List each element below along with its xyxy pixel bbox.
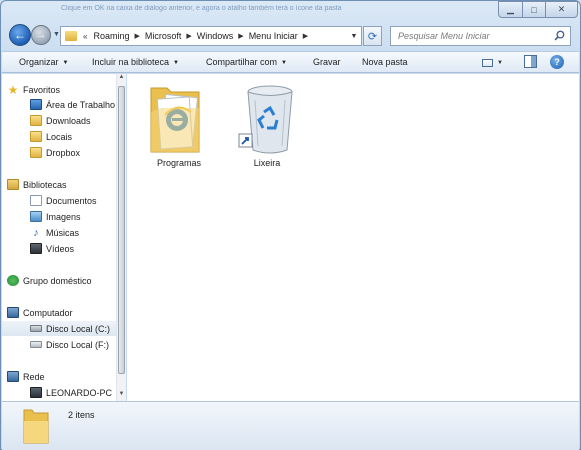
sidebar-item-downloads[interactable]: Downloads xyxy=(2,113,116,128)
folder-icon xyxy=(65,31,77,41)
desktop-icon xyxy=(30,99,42,110)
file-item-lixeira[interactable]: Lixeira xyxy=(227,78,307,168)
title-overlay-text: Clique em OK na caixa de diálogo anterio… xyxy=(61,5,342,12)
sidebar-item-images[interactable]: Imagens xyxy=(2,209,116,224)
navigation-pane: ★ Favoritos Área de Trabalho Downloads L… xyxy=(2,74,116,401)
help-button[interactable]: ? xyxy=(550,55,564,69)
chevron-right-icon[interactable]: ▶ xyxy=(186,32,191,40)
breadcrumb-roaming[interactable]: Roaming ▶ xyxy=(93,31,144,41)
chevron-down-icon: ▼ xyxy=(173,60,179,66)
search-icon[interactable] xyxy=(554,30,565,41)
sidebar-item-documents[interactable]: Documentos xyxy=(2,193,116,208)
back-arrow-icon: ← xyxy=(14,28,26,42)
dropbox-folder-icon xyxy=(30,147,42,158)
new-folder-button[interactable]: Nova pasta xyxy=(362,57,408,67)
maximize-button[interactable]: □ xyxy=(522,1,546,18)
close-icon: ✕ xyxy=(557,4,566,14)
folder-icon xyxy=(23,409,49,444)
address-overflow-marker[interactable]: « xyxy=(83,32,87,41)
library-icon xyxy=(7,179,19,190)
breadcrumb-windows[interactable]: Windows ▶ xyxy=(197,31,249,41)
sidebar-item-videos[interactable]: Vídeos xyxy=(2,241,116,256)
sidebar-group-homegroup[interactable]: Grupo doméstico xyxy=(2,273,116,288)
chevron-down-icon: ▼ xyxy=(497,59,503,66)
chevron-right-icon[interactable]: ▶ xyxy=(303,32,308,40)
downloads-folder-icon xyxy=(30,115,42,126)
computer-icon xyxy=(7,307,19,318)
maximize-icon: □ xyxy=(531,4,537,15)
sidebar-group-computer[interactable]: Computador xyxy=(2,305,116,320)
forward-arrow-icon: → xyxy=(35,29,47,41)
scrollbar-thumb[interactable] xyxy=(118,86,125,374)
address-bar[interactable]: « Roaming ▶ Microsoft ▶ Windows ▶ Menu Inic… xyxy=(60,26,362,46)
view-icon xyxy=(482,58,493,67)
forward-button[interactable]: → xyxy=(31,25,51,45)
chevron-right-icon[interactable]: ▶ xyxy=(134,32,139,40)
scroll-up-arrow-icon[interactable]: ▲ xyxy=(117,74,126,84)
address-dropdown-button[interactable]: ▼ xyxy=(347,27,361,45)
sidebar-item-leonardo-pc[interactable]: LEONARDO-PC xyxy=(2,385,116,400)
chevron-down-icon: ▼ xyxy=(62,60,69,66)
close-button[interactable]: ✕ xyxy=(545,1,578,18)
file-name: Lixeira xyxy=(253,158,281,168)
homegroup-icon xyxy=(7,275,19,286)
sidebar-item-places[interactable]: Locais xyxy=(2,129,116,144)
item-count: 2 itens xyxy=(68,410,95,420)
minimize-icon: ▁ xyxy=(507,4,514,14)
star-icon: ★ xyxy=(7,82,19,97)
recent-places-icon xyxy=(30,131,42,142)
include-in-library-button[interactable]: Incluir na biblioteca ▼ xyxy=(92,57,179,67)
sidebar-item-disk-c[interactable]: Disco Local (C:) xyxy=(2,321,116,336)
sidebar-item-desktop[interactable]: Área de Trabalho xyxy=(2,97,116,112)
refresh-button[interactable]: ⟳ xyxy=(363,26,382,46)
hard-drive-icon xyxy=(30,325,42,332)
sidebar-group-favorites[interactable]: ★ Favoritos xyxy=(2,82,116,97)
back-button[interactable]: ← xyxy=(9,24,31,46)
navigation-row: ← → ▼ « Roaming ▶ Microsoft ▶ Windows ▶ Men… xyxy=(1,21,580,51)
file-name: Programas xyxy=(156,158,201,168)
breadcrumb-menu-iniciar[interactable]: Menu Iniciar ▶ xyxy=(249,31,313,41)
search-placeholder: Pesquisar Menu Iniciar xyxy=(398,31,490,41)
recent-pages-dropdown[interactable]: ▼ xyxy=(53,31,60,38)
sidebar-item-dropbox[interactable]: Dropbox xyxy=(2,145,116,160)
title-bar[interactable]: Clique em OK na caixa de diálogo anterio… xyxy=(1,1,580,21)
sidebar-group-network[interactable]: Rede xyxy=(2,369,116,384)
chevron-right-icon[interactable]: ▶ xyxy=(238,32,243,40)
navigation-scrollbar[interactable]: ▲ ▼ xyxy=(116,74,126,401)
music-note-icon: ♪ xyxy=(33,226,39,239)
chevron-down-icon: ▼ xyxy=(281,60,287,66)
video-icon xyxy=(30,243,42,254)
sidebar-group-libraries[interactable]: Bibliotecas xyxy=(2,177,116,192)
recycle-bin-shortcut-icon xyxy=(238,85,293,154)
burn-button[interactable]: Gravar xyxy=(313,57,341,67)
file-item-programas[interactable]: Programas xyxy=(139,78,219,168)
refresh-icon: ⟳ xyxy=(367,30,378,43)
organize-button[interactable]: Organizar ▼ xyxy=(19,57,68,67)
sidebar-item-music[interactable]: ♪ Músicas xyxy=(2,225,116,240)
scroll-down-arrow-icon[interactable]: ▼ xyxy=(117,391,126,401)
document-icon xyxy=(30,195,42,206)
file-list-area[interactable]: Programas Lixeira xyxy=(127,74,579,401)
network-icon xyxy=(7,371,19,382)
minimize-button[interactable]: ▁ xyxy=(498,1,523,18)
share-with-button[interactable]: Compartilhar com ▼ xyxy=(206,57,287,67)
details-pane: 2 itens xyxy=(2,401,579,450)
image-icon xyxy=(30,211,42,222)
search-input[interactable]: Pesquisar Menu Iniciar xyxy=(390,26,571,46)
network-computer-icon xyxy=(30,387,42,398)
breadcrumb-microsoft[interactable]: Microsoft ▶ xyxy=(145,31,197,41)
change-view-button[interactable]: ▼ xyxy=(482,56,510,69)
sidebar-item-disk-f[interactable]: Disco Local (F:) xyxy=(2,337,116,352)
hard-drive-icon xyxy=(30,341,42,348)
explorer-window: Clique em OK na caixa de diálogo anterio… xyxy=(0,0,581,450)
help-icon: ? xyxy=(554,57,560,67)
folder-with-ie-icon xyxy=(150,87,200,153)
command-bar: Organizar ▼ Incluir na biblioteca ▼ Compar… xyxy=(2,51,579,73)
preview-pane-button[interactable] xyxy=(524,55,537,68)
